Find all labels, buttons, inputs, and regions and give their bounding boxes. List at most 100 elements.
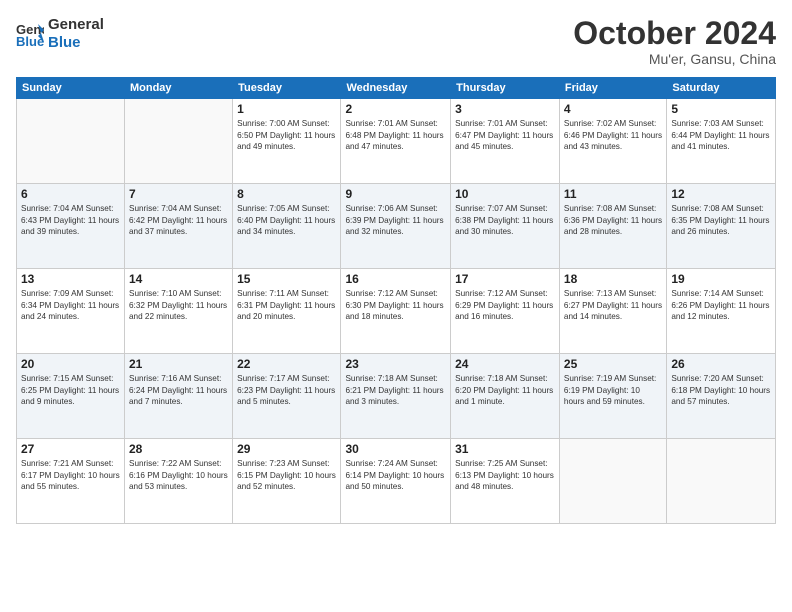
day-number: 2	[345, 102, 446, 116]
day-info: Sunrise: 7:21 AM Sunset: 6:17 PM Dayligh…	[21, 458, 120, 492]
calendar-cell: 1Sunrise: 7:00 AM Sunset: 6:50 PM Daylig…	[233, 99, 341, 184]
calendar-header-wednesday: Wednesday	[341, 78, 451, 99]
day-number: 29	[237, 442, 336, 456]
day-info: Sunrise: 7:01 AM Sunset: 6:48 PM Dayligh…	[345, 118, 446, 152]
calendar-cell: 24 Sunrise: 7:18 AM Sunset: 6:20 PM Dayli…	[451, 354, 560, 439]
day-info: Sunrise: 7:13 AM Sunset: 6:27 PM Dayligh…	[564, 288, 662, 322]
day-number: 13	[21, 272, 120, 286]
day-number: 26	[671, 357, 771, 371]
logo-icon: General Blue	[16, 20, 44, 48]
day-info: Sunrise: 7:12 AM Sunset: 6:30 PM Dayligh…	[345, 288, 446, 322]
page-header: General Blue General Blue October 2024 M…	[16, 16, 776, 67]
calendar-week-5: 27 Sunrise: 7:21 AM Sunset: 6:17 PM Dayli…	[17, 439, 776, 524]
calendar-cell: 15 Sunrise: 7:11 AM Sunset: 6:31 PM Dayli…	[233, 269, 341, 354]
day-info: Sunrise: 7:09 AM Sunset: 6:34 PM Dayligh…	[21, 288, 120, 322]
calendar-cell: 20 Sunrise: 7:15 AM Sunset: 6:25 PM Dayli…	[17, 354, 125, 439]
calendar-cell: 31 Sunrise: 7:25 AM Sunset: 6:13 PM Dayli…	[451, 439, 560, 524]
calendar-cell: 7Sunrise: 7:04 AM Sunset: 6:42 PM Daylig…	[124, 184, 232, 269]
day-number: 28	[129, 442, 228, 456]
calendar-cell	[17, 99, 125, 184]
location-subtitle: Mu'er, Gansu, China	[573, 51, 776, 67]
calendar-cell: 3 Sunrise: 7:01 AM Sunset: 6:47 PM Daylig…	[451, 99, 560, 184]
calendar-cell: 16 Sunrise: 7:12 AM Sunset: 6:30 PM Dayli…	[341, 269, 451, 354]
calendar-cell: 13 Sunrise: 7:09 AM Sunset: 6:34 PM Dayli…	[17, 269, 125, 354]
day-info: Sunrise: 7:04 AM Sunset: 6:43 PM Dayligh…	[21, 203, 120, 237]
day-info: Sunrise: 7:10 AM Sunset: 6:32 PM Dayligh…	[129, 288, 228, 322]
day-number: 8	[237, 187, 336, 201]
calendar-cell: 14 Sunrise: 7:10 AM Sunset: 6:32 PM Dayli…	[124, 269, 232, 354]
day-info: Sunrise: 7:08 AM Sunset: 6:36 PM Dayligh…	[564, 203, 662, 237]
day-info: Sunrise: 7:01 AM Sunset: 6:47 PM Dayligh…	[455, 118, 555, 152]
day-number: 22	[237, 357, 336, 371]
day-number: 27	[21, 442, 120, 456]
day-number: 23	[345, 357, 446, 371]
calendar-cell: 17 Sunrise: 7:12 AM Sunset: 6:29 PM Dayli…	[451, 269, 560, 354]
calendar-cell: 22 Sunrise: 7:17 AM Sunset: 6:23 PM Dayli…	[233, 354, 341, 439]
calendar-cell: 23Sunrise: 7:18 AM Sunset: 6:21 PM Dayli…	[341, 354, 451, 439]
calendar-week-2: 6 Sunrise: 7:04 AM Sunset: 6:43 PM Daylig…	[17, 184, 776, 269]
calendar-cell: 11 Sunrise: 7:08 AM Sunset: 6:36 PM Dayli…	[559, 184, 666, 269]
day-number: 18	[564, 272, 662, 286]
title-block: October 2024 Mu'er, Gansu, China	[573, 16, 776, 67]
calendar-cell: 26 Sunrise: 7:20 AM Sunset: 6:18 PM Dayli…	[667, 354, 776, 439]
day-number: 31	[455, 442, 555, 456]
calendar-cell: 27 Sunrise: 7:21 AM Sunset: 6:17 PM Dayli…	[17, 439, 125, 524]
calendar-cell	[124, 99, 232, 184]
calendar-week-1: 1Sunrise: 7:00 AM Sunset: 6:50 PM Daylig…	[17, 99, 776, 184]
day-number: 16	[345, 272, 446, 286]
day-info: Sunrise: 7:00 AM Sunset: 6:50 PM Dayligh…	[237, 118, 336, 152]
calendar-header-tuesday: Tuesday	[233, 78, 341, 99]
day-info: Sunrise: 7:18 AM Sunset: 6:20 PM Dayligh…	[455, 373, 555, 407]
day-number: 9	[345, 187, 446, 201]
calendar-cell: 5 Sunrise: 7:03 AM Sunset: 6:44 PM Daylig…	[667, 99, 776, 184]
day-info: Sunrise: 7:07 AM Sunset: 6:38 PM Dayligh…	[455, 203, 555, 237]
day-info: Sunrise: 7:11 AM Sunset: 6:31 PM Dayligh…	[237, 288, 336, 322]
day-number: 20	[21, 357, 120, 371]
calendar-header-saturday: Saturday	[667, 78, 776, 99]
day-number: 4	[564, 102, 662, 116]
day-info: Sunrise: 7:24 AM Sunset: 6:14 PM Dayligh…	[345, 458, 446, 492]
calendar-week-3: 13 Sunrise: 7:09 AM Sunset: 6:34 PM Dayli…	[17, 269, 776, 354]
calendar-cell: 12 Sunrise: 7:08 AM Sunset: 6:35 PM Dayli…	[667, 184, 776, 269]
day-number: 19	[671, 272, 771, 286]
calendar-cell: 10 Sunrise: 7:07 AM Sunset: 6:38 PM Dayli…	[451, 184, 560, 269]
calendar-cell: 2 Sunrise: 7:01 AM Sunset: 6:48 PM Daylig…	[341, 99, 451, 184]
day-info: Sunrise: 7:12 AM Sunset: 6:29 PM Dayligh…	[455, 288, 555, 322]
day-info: Sunrise: 7:15 AM Sunset: 6:25 PM Dayligh…	[21, 373, 120, 407]
calendar-cell: 9 Sunrise: 7:06 AM Sunset: 6:39 PM Daylig…	[341, 184, 451, 269]
day-number: 6	[21, 187, 120, 201]
day-number: 25	[564, 357, 662, 371]
calendar-header-monday: Monday	[124, 78, 232, 99]
day-number: 10	[455, 187, 555, 201]
calendar-cell: 29Sunrise: 7:23 AM Sunset: 6:15 PM Dayli…	[233, 439, 341, 524]
day-number: 11	[564, 187, 662, 201]
calendar-header-sunday: Sunday	[17, 78, 125, 99]
day-info: Sunrise: 7:17 AM Sunset: 6:23 PM Dayligh…	[237, 373, 336, 407]
day-info: Sunrise: 7:14 AM Sunset: 6:26 PM Dayligh…	[671, 288, 771, 322]
calendar-cell	[667, 439, 776, 524]
day-number: 15	[237, 272, 336, 286]
day-info: Sunrise: 7:25 AM Sunset: 6:13 PM Dayligh…	[455, 458, 555, 492]
day-number: 14	[129, 272, 228, 286]
calendar-cell: 4 Sunrise: 7:02 AM Sunset: 6:46 PM Daylig…	[559, 99, 666, 184]
day-info: Sunrise: 7:08 AM Sunset: 6:35 PM Dayligh…	[671, 203, 771, 237]
calendar-cell: 30Sunrise: 7:24 AM Sunset: 6:14 PM Dayli…	[341, 439, 451, 524]
day-info: Sunrise: 7:03 AM Sunset: 6:44 PM Dayligh…	[671, 118, 771, 152]
day-number: 17	[455, 272, 555, 286]
month-title: October 2024	[573, 16, 776, 51]
day-info: Sunrise: 7:19 AM Sunset: 6:19 PM Dayligh…	[564, 373, 662, 407]
calendar-cell: 25 Sunrise: 7:19 AM Sunset: 6:19 PM Dayli…	[559, 354, 666, 439]
calendar-cell: 28 Sunrise: 7:22 AM Sunset: 6:16 PM Dayli…	[124, 439, 232, 524]
day-info: Sunrise: 7:06 AM Sunset: 6:39 PM Dayligh…	[345, 203, 446, 237]
day-number: 3	[455, 102, 555, 116]
day-number: 12	[671, 187, 771, 201]
day-number: 5	[671, 102, 771, 116]
day-number: 24	[455, 357, 555, 371]
day-number: 21	[129, 357, 228, 371]
day-info: Sunrise: 7:22 AM Sunset: 6:16 PM Dayligh…	[129, 458, 228, 492]
day-info: Sunrise: 7:02 AM Sunset: 6:46 PM Dayligh…	[564, 118, 662, 152]
calendar-table: SundayMondayTuesdayWednesdayThursdayFrid…	[16, 77, 776, 524]
calendar-cell	[559, 439, 666, 524]
day-info: Sunrise: 7:20 AM Sunset: 6:18 PM Dayligh…	[671, 373, 771, 407]
calendar-week-4: 20 Sunrise: 7:15 AM Sunset: 6:25 PM Dayli…	[17, 354, 776, 439]
